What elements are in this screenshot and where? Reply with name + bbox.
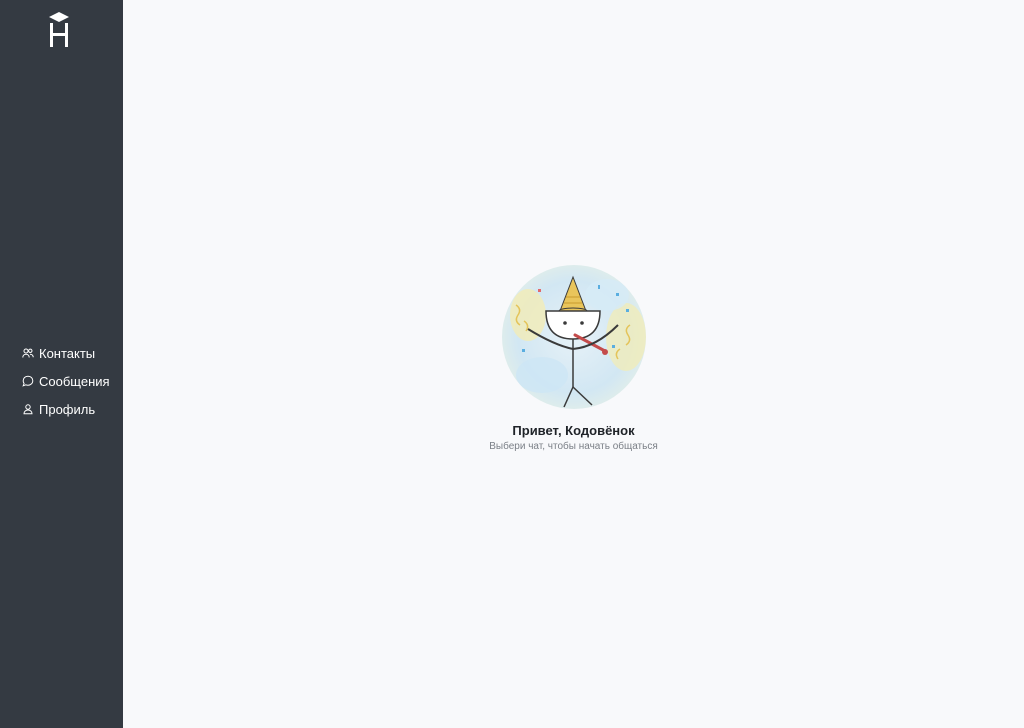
- sidebar-item-contacts[interactable]: Контакты: [22, 344, 110, 362]
- party-illustration-icon: [501, 265, 646, 409]
- main-content: Привет, Кодовёнок Выбери чат, чтобы нача…: [123, 0, 1024, 728]
- contacts-icon: [22, 347, 34, 359]
- welcome-subtitle: Выбери чат, чтобы начать общаться: [489, 441, 658, 452]
- sidebar-nav: Контакты Сообщения Профиль: [22, 344, 110, 418]
- app-root: Контакты Сообщения Профиль Привет, Кодов…: [0, 0, 1024, 728]
- sidebar-item-label: Контакты: [39, 345, 96, 361]
- welcome-panel: Привет, Кодовёнок Выбери чат, чтобы нача…: [489, 265, 658, 452]
- welcome-title: Привет, Кодовёнок: [512, 423, 635, 438]
- logo-icon[interactable]: [47, 11, 71, 49]
- sidebar-item-profile[interactable]: Профиль: [22, 400, 110, 418]
- sidebar-item-label: Профиль: [39, 401, 96, 417]
- sidebar-item-messages[interactable]: Сообщения: [22, 372, 110, 390]
- sidebar: Контакты Сообщения Профиль: [0, 0, 123, 728]
- chat-bubble-icon: [22, 375, 34, 387]
- sidebar-item-label: Сообщения: [39, 373, 110, 389]
- user-icon: [22, 403, 34, 415]
